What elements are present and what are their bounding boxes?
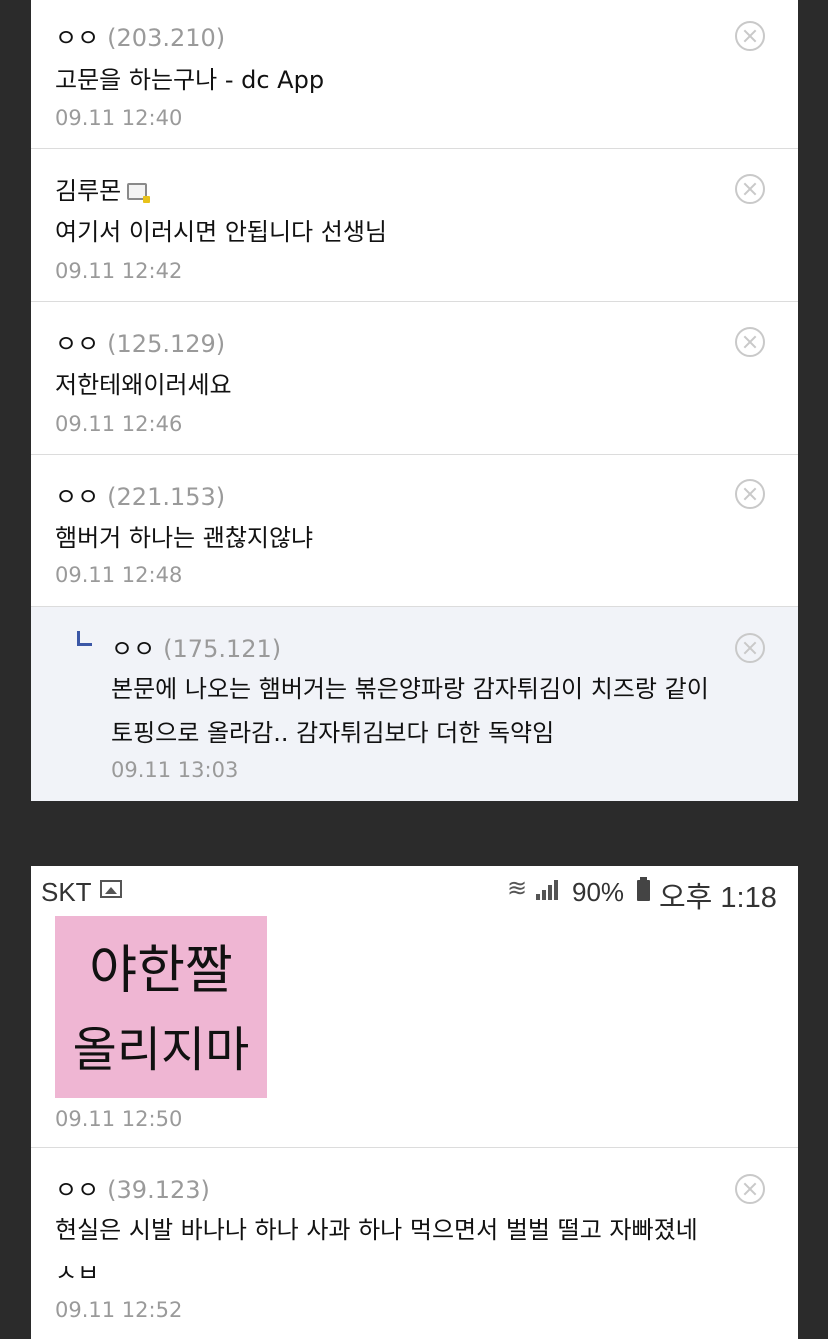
reply-arrow-icon bbox=[77, 631, 92, 646]
comment-text-line: ㅅㅂ bbox=[55, 1259, 100, 1287]
comment-text: 햄버거 하나는 괜찮지않냐 bbox=[55, 524, 314, 552]
comment-text-line: 본문에 나오는 햄버거는 볶은양파랑 감자튀김이 치즈랑 같이 bbox=[111, 675, 709, 703]
author-name: 김루몬 bbox=[55, 177, 122, 205]
sticker-drawing: 야한짤 올리지마 bbox=[73, 941, 250, 1078]
comment-author[interactable]: ㅇㅇ (39.123) bbox=[55, 1170, 210, 1205]
comment-timestamp: 09.11 12:46 bbox=[55, 412, 183, 436]
comment-author[interactable]: 김루몬 bbox=[55, 171, 151, 206]
delete-comment-icon[interactable] bbox=[735, 21, 765, 51]
author-ip: (39.123) bbox=[107, 1176, 210, 1204]
comment-list-top: ㅇㅇ (203.210) 고문을 하는구나 - dc App 09.11 12:4… bbox=[31, 0, 798, 801]
author-name: ㅇㅇ bbox=[55, 330, 100, 358]
comment-timestamp: 09.11 12:40 bbox=[55, 106, 183, 130]
comment-text-line: 현실은 시발 바나나 하나 사과 하나 먹으면서 벌벌 떨고 자빠졌네 bbox=[55, 1216, 698, 1244]
comment-item: ㅇㅇ (221.153) 햄버거 하나는 괜찮지않냐 09.11 12:48 bbox=[31, 455, 798, 607]
comment-item: ㅇㅇ (39.123) 현실은 시발 바나나 하나 사과 하나 먹으면서 벌벌 떨… bbox=[31, 1148, 798, 1339]
delete-comment-icon[interactable] bbox=[735, 1174, 765, 1204]
comment-timestamp: 09.11 12:42 bbox=[55, 259, 183, 283]
author-name: ㅇㅇ bbox=[55, 483, 100, 511]
author-ip: (221.153) bbox=[107, 483, 226, 511]
comment-text: 저한테왜이러세요 bbox=[55, 371, 232, 399]
comment-author[interactable]: ㅇㅇ (125.129) bbox=[55, 324, 225, 359]
gallog-icon[interactable] bbox=[127, 183, 151, 203]
delete-comment-icon[interactable] bbox=[735, 327, 765, 357]
comment-item: ㅇㅇ (203.210) 고문을 하는구나 - dc App 09.11 12:4… bbox=[31, 0, 798, 149]
comment-item: 김루몬 여기서 이러시면 안됩니다 선생님 09.11 12:42 bbox=[31, 149, 798, 302]
comment-item: ㅇㅇ (125.129) 저한테왜이러세요 09.11 12:46 bbox=[31, 302, 798, 455]
comment-text: 고문을 하는구나 - dc App bbox=[55, 66, 325, 94]
sticker-text-line1: 야한짤 bbox=[89, 941, 233, 1001]
sticker-image[interactable]: 야한짤 올리지마 bbox=[55, 916, 267, 1098]
author-name: ㅇㅇ bbox=[55, 1176, 100, 1204]
comment-text: 여기서 이러시면 안됩니다 선생님 bbox=[55, 218, 388, 246]
comment-author[interactable]: ㅇㅇ (203.210) bbox=[55, 18, 225, 53]
comment-timestamp: 09.11 12:52 bbox=[55, 1298, 183, 1322]
comment-author[interactable]: ㅇㅇ (221.153) bbox=[55, 477, 225, 512]
comment-timestamp: 09.11 12:50 bbox=[55, 1107, 183, 1131]
comment-author[interactable]: ㅇㅇ (175.121) bbox=[111, 629, 281, 664]
comment-list-bottom: SKT ≋ 90% 오후 1:18 야한짤 올리지마 09.11 12:50 ㅇ… bbox=[31, 866, 798, 1339]
author-ip: (203.210) bbox=[107, 24, 226, 52]
author-name: ㅇㅇ bbox=[111, 635, 156, 663]
author-ip: (175.121) bbox=[163, 635, 282, 663]
sticker-comment-item: 야한짤 올리지마 09.11 12:50 bbox=[31, 866, 798, 1148]
comment-timestamp: 09.11 13:03 bbox=[111, 758, 239, 782]
delete-comment-icon[interactable] bbox=[735, 633, 765, 663]
comment-text-line: 토핑으로 올라감.. 감자튀김보다 더한 독약임 bbox=[111, 719, 555, 747]
author-ip: (125.129) bbox=[107, 330, 226, 358]
comment-timestamp: 09.11 12:48 bbox=[55, 563, 183, 587]
author-name: ㅇㅇ bbox=[55, 24, 100, 52]
delete-comment-icon[interactable] bbox=[735, 174, 765, 204]
reply-comment-item: ㅇㅇ (175.121) 본문에 나오는 햄버거는 볶은양파랑 감자튀김이 치즈랑… bbox=[31, 607, 798, 801]
delete-comment-icon[interactable] bbox=[735, 479, 765, 509]
sticker-text-line2: 올리지마 bbox=[73, 1022, 250, 1078]
